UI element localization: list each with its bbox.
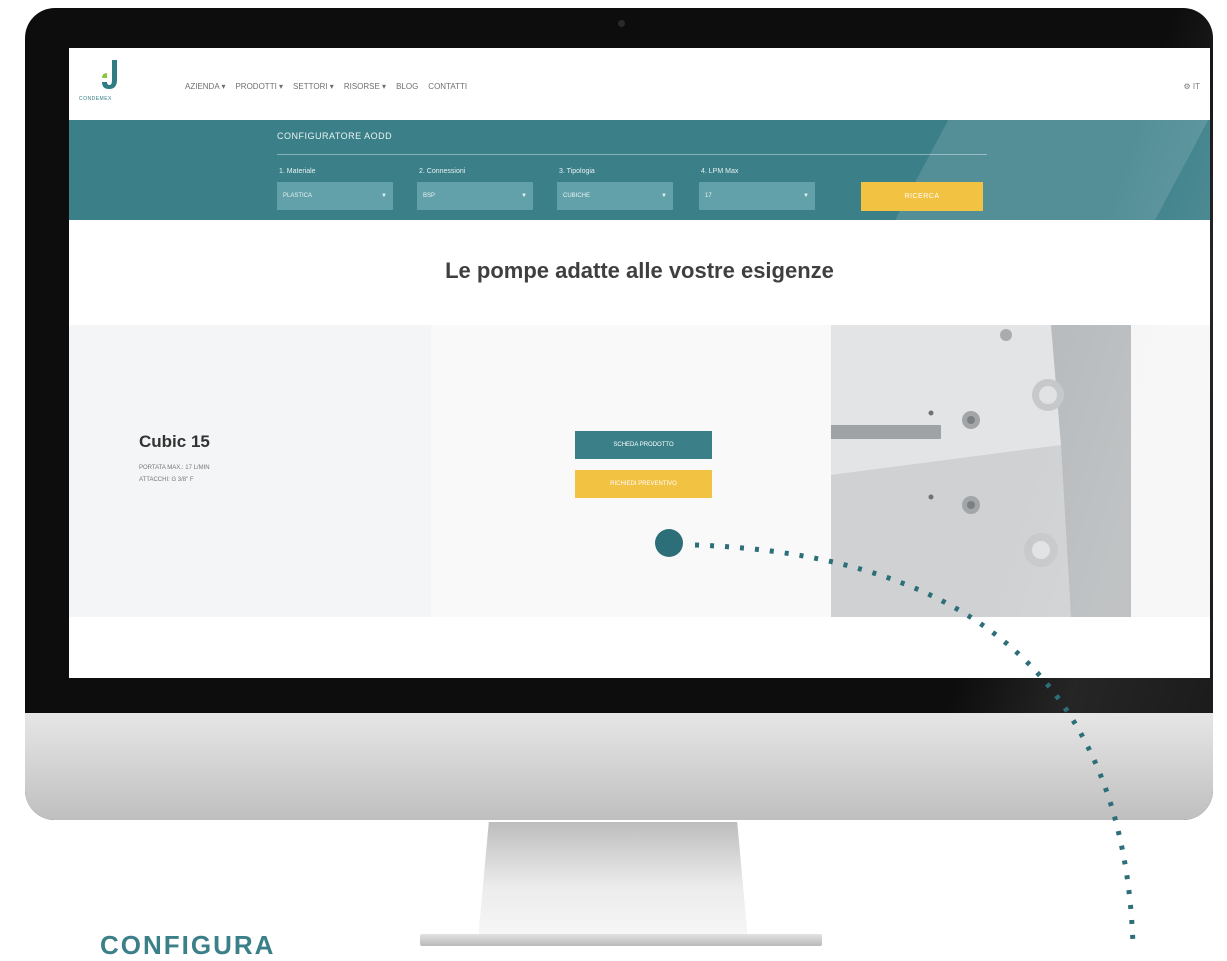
chevron-down-icon: ▼ [661,193,667,199]
menu-item-blog[interactable]: BLOG [396,82,418,91]
main-menu: AZIENDA ▾ PRODOTTI ▾ SETTORI ▾ RISORSE ▾… [185,82,467,91]
field-label-tipologia: 3. Tipologia [559,168,595,175]
product-spec-portata: PORTATA MAX.: 17 L/MIN [139,465,210,471]
divider [277,154,987,155]
product-name: Cubic 15 [139,432,210,451]
select-tipologia[interactable]: CUBICHE ▼ [557,182,673,210]
configurator-bar: CONFIGURATORE AODD 1. Materiale PLASTICA… [69,120,1210,220]
request-quote-button[interactable]: RICHIEDI PREVENTIVO [575,470,712,498]
product-spec-attacchi: ATTACCHI: G 3/8" F [139,477,194,483]
menu-item-contatti[interactable]: CONTATTI [428,82,467,91]
configura-caption: CONFIGURA [100,930,276,960]
monitor-stand [478,822,748,940]
website-screen: CONDEMEX AZIENDA ▾ PRODOTTI ▾ SETTORI ▾ … [69,48,1210,678]
page-title: Le pompe adatte alle vostre esigenze [445,258,834,283]
brand-logo[interactable]: CONDEMEX [79,60,141,110]
field-label-lpm: 4. LPM Max [701,168,739,175]
select-lpm[interactable]: 17 ▼ [699,182,815,210]
language-switch[interactable]: ⚙ IT [1183,82,1200,91]
product-image [831,325,1210,617]
field-label-connessioni: 2. Connessioni [419,168,466,175]
select-materiale[interactable]: PLASTICA ▼ [277,182,393,210]
menu-item-prodotti[interactable]: PRODOTTI ▾ [235,82,283,91]
chevron-down-icon: ▼ [803,193,809,199]
menu-item-settori[interactable]: SETTORI ▾ [293,82,334,91]
product-result-card: Cubic 15 PORTATA MAX.: 17 L/MIN ATTACCHI… [69,325,1210,617]
menu-item-azienda[interactable]: AZIENDA ▾ [185,82,225,91]
field-label-materiale: 1. Materiale [279,168,316,175]
imac-monitor: CONDEMEX AZIENDA ▾ PRODOTTI ▾ SETTORI ▾ … [25,8,1213,820]
monitor-chin [25,713,1213,820]
menu-item-risorse[interactable]: RISORSE ▾ [344,82,386,91]
pump-illustration [831,325,1210,617]
search-button[interactable]: RICERCA [861,182,983,211]
configurator-title: CONFIGURATORE AODD [277,131,393,141]
chevron-down-icon: ▼ [381,193,387,199]
product-sheet-button[interactable]: SCHEDA PRODOTTO [575,431,712,459]
chevron-down-icon: ▼ [521,193,527,199]
monitor-stand-base [420,934,822,946]
top-navbar: CONDEMEX AZIENDA ▾ PRODOTTI ▾ SETTORI ▾ … [69,48,1210,120]
camera-icon [618,20,625,27]
select-connessioni[interactable]: BSP ▼ [417,182,533,210]
logo-icon [102,60,117,89]
logo-wordmark: CONDEMEX [79,96,112,102]
